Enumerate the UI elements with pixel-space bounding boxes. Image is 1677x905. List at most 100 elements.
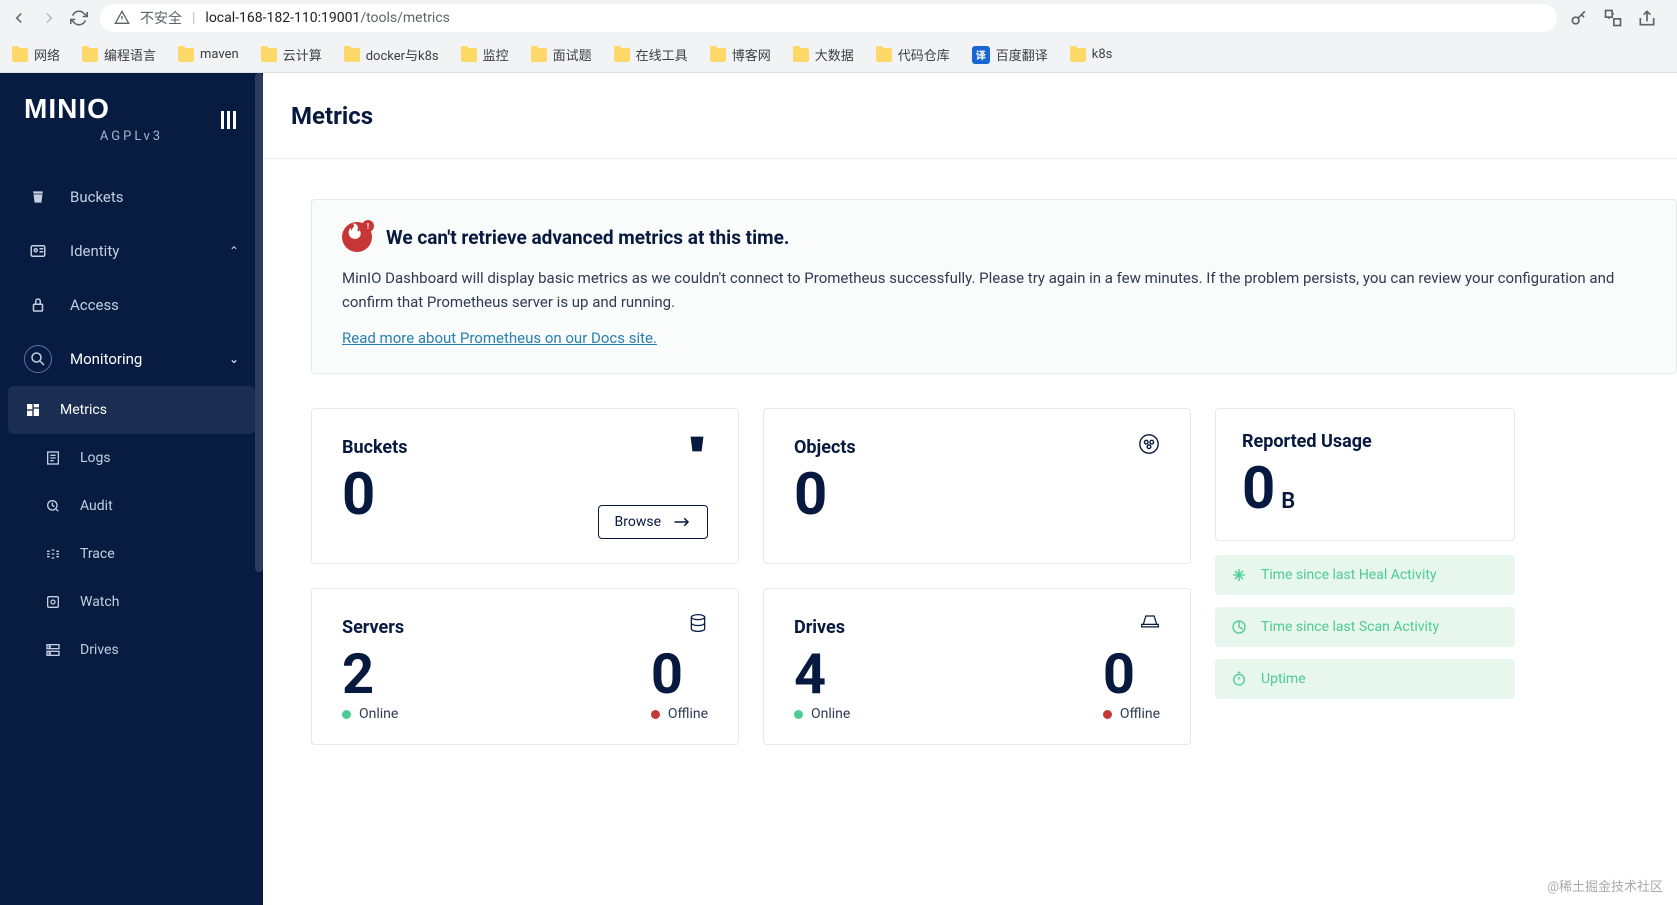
servers-online-value: 2 <box>342 646 398 702</box>
bookmark-item[interactable]: 博客网 <box>710 45 771 64</box>
logs-icon <box>44 449 62 467</box>
sidebar-item-label: Audit <box>80 498 113 514</box>
sidebar-item-label: Drives <box>80 642 119 658</box>
sidebar-item-label: Monitoring <box>70 350 142 368</box>
sidebar-item-label: Identity <box>70 242 119 260</box>
activity-uptime[interactable]: Uptime <box>1215 659 1515 699</box>
chevron-up-icon: ⌃ <box>229 244 239 258</box>
url-path: /tools/metrics <box>360 10 450 26</box>
buckets-card: Buckets 0 Browse <box>311 408 739 564</box>
bookmark-item[interactable]: docker与k8s <box>344 45 439 64</box>
database-icon <box>688 613 708 633</box>
usage-title: Reported Usage <box>1242 431 1488 452</box>
reload-icon[interactable] <box>70 9 88 27</box>
not-secure-label: 不安全 <box>140 8 182 28</box>
search-icon <box>24 345 52 373</box>
activity-heal[interactable]: Time since last Heal Activity <box>1215 555 1515 595</box>
sidebar: MINIO AGPLv3 BucketsIdentity⌃AccessMonit… <box>0 73 263 905</box>
translate-icon[interactable] <box>1603 8 1623 28</box>
bookmark-item[interactable]: 云计算 <box>261 45 322 64</box>
bookmark-item[interactable]: 编程语言 <box>82 45 156 64</box>
sidebar-item-label: Buckets <box>70 188 124 206</box>
bookmark-item[interactable]: 大数据 <box>793 45 854 64</box>
sidebar-item-monitoring[interactable]: Monitoring ⌄ <box>0 332 263 386</box>
alert-docs-link[interactable]: Read more about Prometheus on our Docs s… <box>342 329 657 347</box>
share-icon[interactable] <box>1637 8 1657 28</box>
folder-icon <box>531 48 547 62</box>
bookmarks-bar: 网络 编程语言 maven 云计算 docker与k8s 监控 面试题 在线工具 博客网 大数据 代… <box>0 36 1677 73</box>
alert-fire-icon: ! <box>342 222 372 252</box>
sidebar-item-access[interactable]: Access <box>0 278 263 332</box>
servers-title: Servers <box>342 617 708 638</box>
heal-icon <box>1231 567 1247 583</box>
sidebar-item-watch[interactable]: Watch <box>0 578 263 626</box>
browse-button[interactable]: Browse <box>598 505 708 539</box>
sidebar-item-buckets[interactable]: Buckets <box>0 170 263 224</box>
collapse-sidebar-button[interactable] <box>221 111 239 129</box>
alert-title: We can't retrieve advanced metrics at th… <box>386 226 789 249</box>
online-dot-icon <box>794 710 803 719</box>
objects-value: 0 <box>794 466 1160 524</box>
objects-card: Objects 0 <box>763 408 1191 564</box>
sidebar-item-identity[interactable]: Identity ⌃ <box>0 224 263 278</box>
drives-card: Drives 4Online 0Offline <box>763 588 1191 745</box>
sidebar-item-label: Logs <box>80 450 111 466</box>
bookmark-item[interactable]: 面试题 <box>531 45 592 64</box>
servers-card: Servers 2Online 0Offline <box>311 588 739 745</box>
folder-icon <box>793 48 809 62</box>
bookmark-item[interactable]: 译百度翻译 <box>972 45 1048 64</box>
bookmark-item[interactable]: 代码仓库 <box>876 45 950 64</box>
dashboard-icon <box>24 401 42 419</box>
sidebar-item-logs[interactable]: Logs <box>0 434 263 482</box>
folder-icon <box>614 48 630 62</box>
drive-icon <box>1140 613 1160 629</box>
objects-title: Objects <box>794 437 1160 458</box>
reported-usage-card: Reported Usage 0B <box>1215 408 1515 541</box>
offline-dot-icon <box>651 710 660 719</box>
bookmark-item[interactable]: 网络 <box>12 45 60 64</box>
buckets-title: Buckets <box>342 437 708 458</box>
folder-icon <box>261 48 277 62</box>
key-icon[interactable] <box>1569 8 1589 28</box>
folder-icon <box>710 48 726 62</box>
folder-icon <box>82 48 98 62</box>
trace-icon <box>44 545 62 563</box>
bookmark-item[interactable]: maven <box>178 47 239 62</box>
chevron-down-icon: ⌄ <box>229 352 239 366</box>
audit-icon <box>44 497 62 515</box>
page-title: Metrics <box>291 102 373 130</box>
drives-offline-value: 0 <box>1103 646 1160 702</box>
offline-dot-icon <box>1103 710 1112 719</box>
not-secure-icon <box>114 10 130 26</box>
sidebar-item-metrics[interactable]: Metrics <box>8 386 255 434</box>
sidebar-item-drives[interactable]: Drives <box>0 626 263 674</box>
uptime-icon <box>1231 671 1247 687</box>
bookmark-item[interactable]: k8s <box>1070 47 1113 62</box>
folder-icon <box>876 48 892 62</box>
translate-badge-icon: 译 <box>972 46 990 64</box>
back-icon[interactable] <box>10 9 28 27</box>
brand-license: AGPLv3 <box>24 129 239 144</box>
bookmark-item[interactable]: 在线工具 <box>614 45 688 64</box>
scan-icon <box>1231 619 1247 635</box>
sidebar-item-trace[interactable]: Trace <box>0 530 263 578</box>
forward-icon[interactable] <box>40 9 58 27</box>
alert-body: MinIO Dashboard will display basic metri… <box>342 266 1646 314</box>
drives-title: Drives <box>794 617 1160 638</box>
folder-icon <box>461 48 477 62</box>
folder-icon <box>12 48 28 62</box>
usage-value: 0 <box>1242 455 1275 523</box>
address-bar[interactable]: 不安全 | local-168-182-110:19001/tools/metr… <box>100 4 1557 32</box>
sidebar-item-audit[interactable]: Audit <box>0 482 263 530</box>
drives-online-value: 4 <box>794 646 850 702</box>
bookmark-item[interactable]: 监控 <box>461 45 509 64</box>
url-host: local-168-182-110:19001 <box>205 10 360 26</box>
sidebar-item-label: Watch <box>80 594 119 610</box>
sidebar-item-label: Trace <box>80 546 115 562</box>
prometheus-alert: ! We can't retrieve advanced metrics at … <box>311 199 1677 374</box>
bucket-icon <box>24 183 52 211</box>
activity-scan[interactable]: Time since last Scan Activity <box>1215 607 1515 647</box>
main-content: Metrics ! We can't retrieve advanced met… <box>263 73 1677 905</box>
identity-icon <box>24 237 52 265</box>
online-dot-icon <box>342 710 351 719</box>
